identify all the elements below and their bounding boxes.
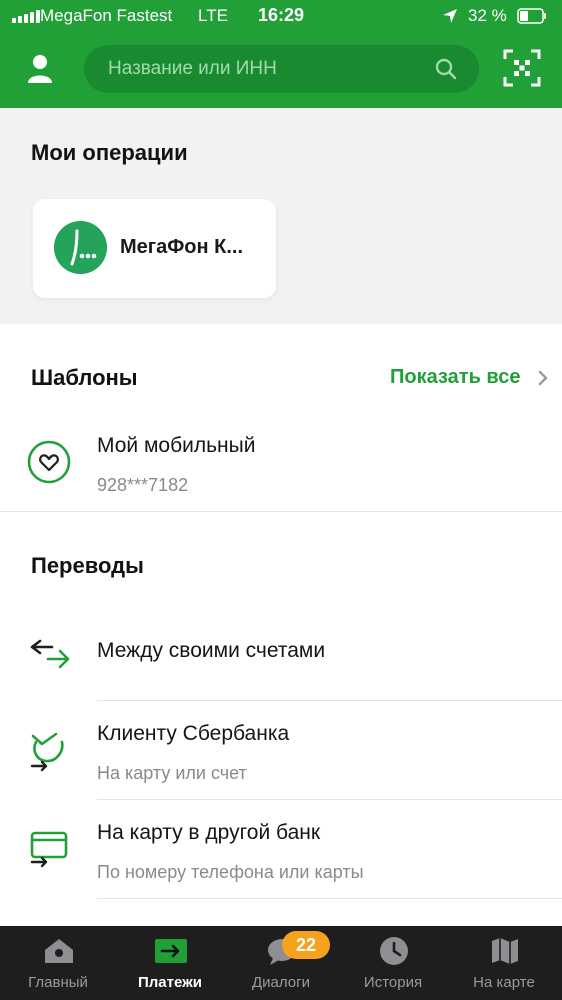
search-placeholder: Название или ИНН bbox=[108, 58, 277, 79]
qr-scan-icon[interactable] bbox=[503, 49, 541, 87]
heart-icon bbox=[27, 440, 71, 484]
search-icon[interactable] bbox=[435, 58, 457, 80]
megafon-logo-icon bbox=[54, 221, 107, 274]
location-arrow-icon bbox=[443, 9, 457, 23]
user-icon[interactable] bbox=[26, 54, 54, 84]
tab-map[interactable]: На карте bbox=[448, 926, 560, 1000]
home-icon bbox=[45, 939, 73, 963]
tab-home[interactable]: Главный bbox=[2, 926, 114, 1000]
tab-payments[interactable]: Платежи bbox=[114, 926, 226, 1000]
transfer-subtitle: На карту или счет bbox=[97, 763, 247, 783]
map-icon bbox=[492, 938, 518, 964]
divider bbox=[0, 511, 562, 512]
clock-icon bbox=[380, 937, 408, 965]
operation-card[interactable]: МегаФон К... bbox=[33, 199, 276, 298]
templates-title: Шаблоны bbox=[31, 365, 138, 390]
tab-label: Главный bbox=[28, 974, 88, 991]
template-title: Мой мобильный bbox=[97, 434, 256, 457]
tab-history[interactable]: История bbox=[337, 926, 449, 1000]
swap-arrows-icon bbox=[30, 639, 70, 669]
operation-label: МегаФон К... bbox=[120, 236, 244, 258]
chevron-right-icon[interactable] bbox=[537, 370, 549, 386]
payments-icon bbox=[155, 939, 187, 963]
divider bbox=[97, 898, 562, 899]
network-type: LTE bbox=[198, 6, 228, 25]
divider bbox=[97, 700, 562, 701]
transfers-title: Переводы bbox=[31, 553, 144, 578]
divider bbox=[97, 799, 562, 800]
transfer-title: Клиенту Сбербанка bbox=[97, 722, 290, 745]
operations-title: Мои операции bbox=[31, 140, 188, 165]
template-subtitle: 928***7182 bbox=[97, 475, 189, 495]
signal-strength-icon bbox=[12, 10, 40, 23]
sberbank-transfer-icon bbox=[30, 732, 64, 772]
clock: 16:29 bbox=[258, 5, 305, 25]
search-input[interactable]: Название или ИНН bbox=[84, 45, 479, 93]
carrier-name: MegaFon Fastest bbox=[40, 6, 173, 25]
card-transfer-icon bbox=[30, 831, 68, 868]
tab-label: История bbox=[363, 974, 423, 991]
transfer-title: На карту в другой банк bbox=[97, 821, 321, 844]
show-all-link[interactable]: Показать все bbox=[390, 366, 520, 389]
battery-percent: 32 % bbox=[468, 6, 507, 25]
tab-bar: Главный Платежи Диалоги История На карте bbox=[0, 926, 562, 1000]
app-header: MegaFon Fastest LTE 16:29 32 % Название … bbox=[0, 0, 562, 108]
battery-icon bbox=[517, 8, 546, 24]
tab-label: На карте bbox=[473, 974, 535, 991]
transfer-subtitle: По номеру телефона или карты bbox=[97, 862, 364, 882]
transfer-title: Между своими счетами bbox=[97, 639, 326, 662]
tab-label: Платежи bbox=[138, 974, 202, 991]
tab-label: Диалоги bbox=[252, 974, 310, 991]
status-bar: MegaFon Fastest LTE 16:29 32 % bbox=[0, 0, 562, 32]
notification-badge: 22 bbox=[282, 931, 330, 959]
